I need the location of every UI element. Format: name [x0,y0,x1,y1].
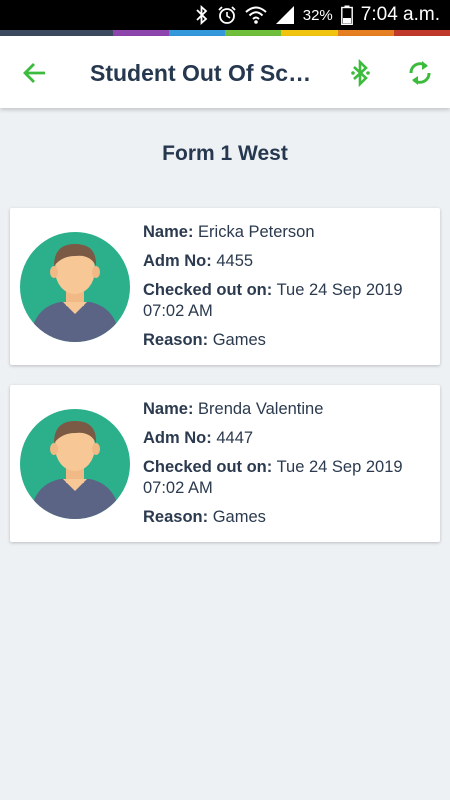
student-avatar-icon [20,232,130,342]
student-card[interactable]: Name: Ericka Peterson Adm No: 4455 Check… [10,208,440,365]
name-label: Name: [143,400,194,418]
reason: Games [212,331,266,349]
adm-no: 4447 [216,429,254,447]
class-name-heading: Form 1 West [162,142,288,165]
checked-label: Checked out on: [143,458,273,476]
bluetooth-icon[interactable] [344,56,378,90]
alarm-icon [217,5,237,25]
checked-label: Checked out on: [143,281,273,299]
student-card[interactable]: Name: Brenda Valentine Adm No: 4447 Chec… [10,385,440,542]
adm-no: 4455 [216,252,254,270]
student-name-row: Name: Brenda Valentine [143,399,433,420]
signal-icon [275,5,295,25]
app-bar: Student Out Of Sch... [0,36,450,108]
adm-label: Adm No: [143,252,212,270]
adm-no-row: Adm No: 4455 [143,251,433,272]
adm-no-row: Adm No: 4447 [143,428,433,449]
student-name: Ericka Peterson [198,223,315,241]
wifi-icon [245,5,267,25]
bluetooth-icon [195,5,209,25]
status-time: 7:04 a.m. [360,4,440,25]
student-name-row: Name: Ericka Peterson [143,222,433,243]
reason-label: Reason: [143,331,209,349]
name-label: Name: [143,223,194,241]
arrow-left-icon[interactable] [18,58,50,88]
reason: Games [212,508,266,526]
reason-label: Reason: [143,508,209,526]
battery-icon [340,5,353,25]
checked-out-row: Checked out on: Tue 24 Sep 2019 07:02 AM [143,280,433,322]
reason-row: Reason: Games [143,330,433,351]
sync-icon[interactable] [403,56,437,90]
status-bar: 32% 7:04 a.m. [0,0,450,30]
student-avatar-icon [20,409,130,519]
page-title: Student Out Of Sch... [90,60,320,86]
adm-label: Adm No: [143,429,212,447]
reason-row: Reason: Games [143,507,433,528]
battery-percent: 32% [302,6,333,24]
student-name: Brenda Valentine [198,400,324,418]
checked-out-row: Checked out on: Tue 24 Sep 2019 07:02 AM [143,457,433,499]
